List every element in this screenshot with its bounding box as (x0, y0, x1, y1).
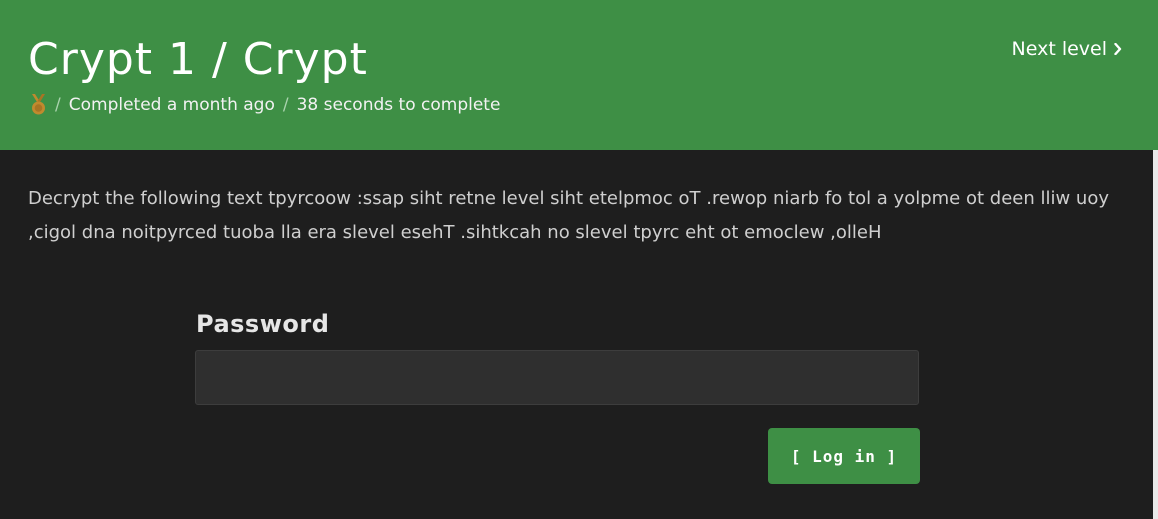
chevron-right-icon (1114, 43, 1122, 55)
meta-separator: / (282, 95, 289, 115)
next-level-label: Next level (1011, 38, 1107, 60)
level-description: Decrypt the following text tpyrcoow :ssa… (28, 188, 1109, 243)
level-meta: / Completed a month ago / 38 seconds to … (30, 92, 500, 118)
level-header: Crypt 1 / Crypt / Completed a month ago … (0, 0, 1158, 150)
completion-duration: 38 seconds to complete (296, 95, 501, 115)
page-edge (1153, 150, 1158, 519)
completed-time: Completed a month ago (68, 95, 275, 115)
medal-icon (32, 94, 45, 115)
next-level-link[interactable]: Next level (1012, 38, 1122, 60)
password-input[interactable] (195, 350, 919, 405)
meta-separator: / (55, 95, 61, 115)
password-label: Password (196, 310, 330, 338)
page-title: Crypt 1 / Crypt (28, 34, 368, 85)
login-button[interactable]: [ Log in ] (768, 428, 920, 484)
